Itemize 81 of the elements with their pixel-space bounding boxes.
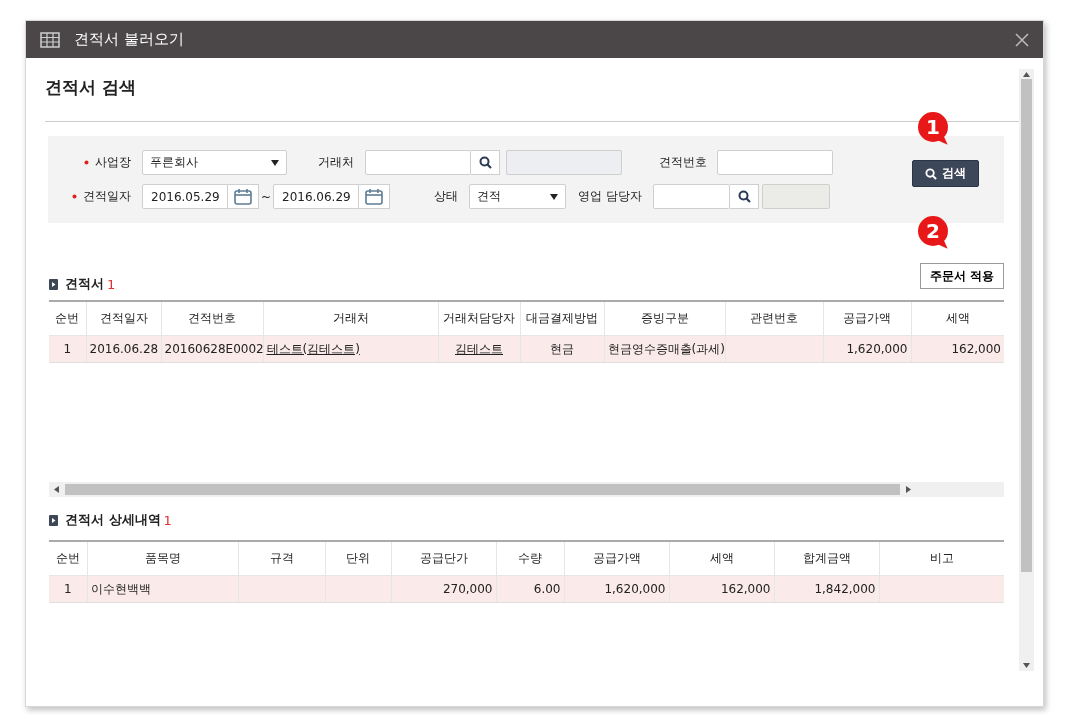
sales-rep-input[interactable] — [653, 184, 730, 209]
table-cell: 162,000 — [720, 582, 771, 596]
date-input[interactable]: 2016.05.29 — [142, 184, 228, 209]
calendar-icon — [234, 188, 252, 205]
table-cell: 6.00 — [533, 582, 561, 596]
client-input[interactable] — [365, 150, 471, 175]
required-mark-icon — [84, 160, 89, 165]
column-header: 세액 — [669, 541, 774, 576]
table-cell: 1,620,000 — [604, 582, 666, 596]
record-count: 1 — [107, 276, 116, 292]
table-cell: 2016.06.28 — [89, 342, 159, 356]
column-header: 단위 — [325, 541, 391, 576]
date-input[interactable]: 2016.06.29 — [273, 184, 359, 209]
table-cell: 20160628E0002 — [164, 342, 263, 356]
column-header: 대금결제방법 — [520, 301, 604, 336]
section-title: 견적서 상세내역 — [65, 511, 161, 529]
field-label: 사업장 — [48, 154, 131, 171]
column-header: 순번 — [49, 301, 86, 336]
scroll-down-icon[interactable] — [1023, 663, 1030, 668]
table-cell: 270,000 — [442, 582, 493, 596]
calendar-icon — [365, 188, 383, 205]
scroll-left-icon[interactable] — [54, 486, 59, 493]
search-button[interactable] — [471, 150, 500, 175]
column-header: 수량 — [496, 541, 564, 576]
column-header: 합계금액 — [774, 541, 879, 576]
section-bullet-icon — [49, 514, 58, 526]
table-cell: 1,842,000 — [814, 582, 876, 596]
column-header: 공급가액 — [564, 541, 669, 576]
calendar-button[interactable] — [228, 184, 259, 209]
search-icon — [737, 190, 751, 203]
section-title: 견적서 — [65, 275, 104, 293]
field-label: 상태 — [433, 188, 458, 205]
column-header: 공급단가 — [391, 541, 496, 576]
calendar-button[interactable] — [359, 184, 390, 209]
table-cell: 162,000 — [951, 342, 1001, 356]
column-header: 거래처 — [263, 301, 438, 336]
vertical-scrollbar[interactable] — [1019, 69, 1034, 671]
window-title: 견적서 불러오기 — [74, 30, 185, 49]
column-header: 관련번호 — [725, 301, 823, 336]
search-button[interactable] — [730, 184, 759, 209]
table-cell: 현금영수증매출(과세) — [607, 341, 725, 356]
horizontal-scrollbar[interactable] — [49, 482, 1004, 497]
field-label: 견적일자 — [48, 188, 131, 205]
record-count: 1 — [163, 512, 172, 528]
table-cell: 1 — [63, 582, 72, 596]
quote-number-input[interactable] — [717, 150, 833, 175]
table-row[interactable]: 1 이수현백백 270,000 6.00 1,620,000 162,000 1,842,000 — [49, 575, 1004, 603]
status-select[interactable]: 견적 — [469, 184, 566, 209]
column-header: 품목명 — [87, 541, 238, 576]
column-header: 순번 — [49, 541, 87, 576]
scroll-right-icon[interactable] — [906, 486, 911, 493]
column-header: 거래처담당자 — [438, 301, 520, 336]
field-label: 영업 담당자 — [577, 188, 642, 205]
close-icon[interactable] — [1015, 32, 1029, 47]
table-cell: 현금 — [550, 341, 574, 356]
field-label: 견적번호 — [658, 154, 707, 171]
required-mark-icon — [72, 194, 77, 199]
business-select[interactable]: 푸른회사 — [142, 150, 287, 175]
sales-rep-name-field — [762, 184, 830, 209]
column-header: 견적일자 — [86, 301, 161, 336]
column-header: 세액 — [911, 301, 1004, 336]
search-icon — [925, 167, 937, 180]
dropdown-caret-icon — [550, 193, 558, 200]
search-icon — [478, 156, 492, 169]
apply-order-button[interactable]: 주문서 적용 — [919, 263, 1004, 289]
column-header: 규격 — [238, 541, 325, 576]
table-row[interactable]: 1 2016.06.28 20160628E0002 테스트(김테스트) 김테스트 현금 현금영수증매출(과세) 1,620,000 162,000 — [49, 335, 1004, 363]
table-icon — [40, 31, 60, 48]
table-cell: 1 — [63, 342, 72, 356]
scroll-up-icon[interactable] — [1023, 72, 1030, 77]
table-cell: 1,620,000 — [846, 342, 908, 356]
column-header: 비고 — [879, 541, 1004, 576]
dropdown-caret-icon — [271, 159, 279, 166]
column-header: 견적번호 — [161, 301, 263, 336]
section-bullet-icon — [49, 278, 58, 290]
column-header: 공급가액 — [823, 301, 911, 336]
table-cell: 이수현백백 — [90, 581, 151, 596]
search-button[interactable]: 검색 — [912, 160, 979, 187]
range-separator: ~ — [259, 189, 273, 204]
column-header: 증빙구분 — [604, 301, 725, 336]
field-label: 거래처 — [317, 154, 354, 171]
